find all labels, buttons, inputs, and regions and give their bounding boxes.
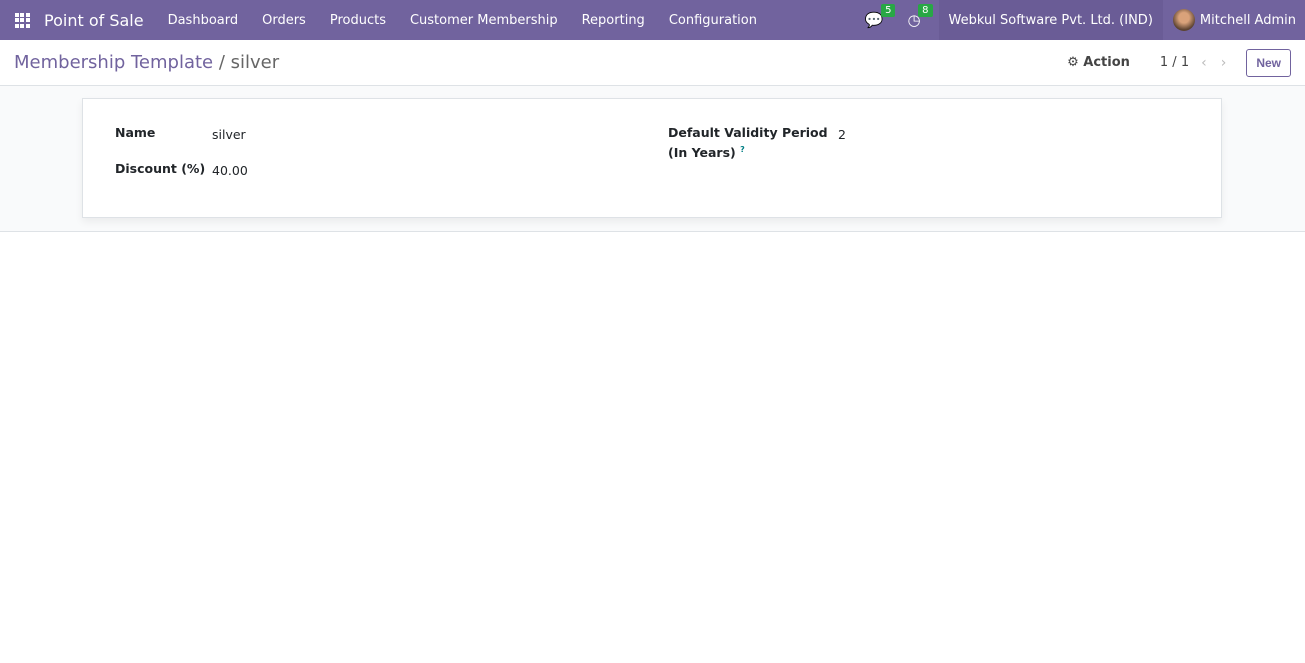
menu-dashboard[interactable]: Dashboard xyxy=(156,13,251,28)
pager-value[interactable]: 1 / 1 xyxy=(1160,55,1189,70)
messages-button[interactable]: 💬 5 xyxy=(853,4,896,29)
menu-customer-membership[interactable]: Customer Membership xyxy=(398,13,570,28)
new-button[interactable]: New xyxy=(1246,48,1291,77)
menu-reporting[interactable]: Reporting xyxy=(570,13,657,28)
help-icon[interactable]: ? xyxy=(740,145,745,154)
activities-button[interactable]: ◷ 8 xyxy=(895,4,933,29)
app-brand[interactable]: Point of Sale xyxy=(44,11,144,30)
breadcrumb-parent[interactable]: Membership Template xyxy=(14,52,213,73)
action-button[interactable]: ⚙ Action xyxy=(1067,55,1130,70)
name-label: Name xyxy=(115,125,156,140)
apps-menu-icon[interactable] xyxy=(0,12,44,28)
form-sheet: Name silver Discount (%) 40.00 Default V… xyxy=(82,98,1222,218)
breadcrumb: Membership Template / silver xyxy=(14,52,280,73)
menu-configuration[interactable]: Configuration xyxy=(657,13,769,28)
validity-label: Default Validity Period xyxy=(668,125,828,140)
chevron-right-icon[interactable]: › xyxy=(1221,55,1227,71)
chevron-left-icon[interactable]: ‹ xyxy=(1201,55,1207,71)
discount-label: Discount (%) xyxy=(115,161,206,176)
company-switcher[interactable]: Webkul Software Pvt. Ltd. (IND) xyxy=(938,0,1163,40)
form-view: Name silver Discount (%) 40.00 Default V… xyxy=(0,86,1305,232)
activities-badge: 8 xyxy=(918,4,933,17)
name-field[interactable]: silver xyxy=(212,127,246,142)
user-menu[interactable]: Mitchell Admin xyxy=(1163,9,1305,31)
top-navbar: Point of Sale Dashboard Orders Products … xyxy=(0,0,1305,40)
user-name: Mitchell Admin xyxy=(1199,12,1296,28)
gear-icon: ⚙ xyxy=(1067,55,1079,70)
menu-orders[interactable]: Orders xyxy=(250,13,318,28)
control-panel: Membership Template / silver ⚙ Action 1 … xyxy=(0,40,1305,86)
discount-field[interactable]: 40.00 xyxy=(212,163,248,178)
action-label: Action xyxy=(1083,55,1130,70)
avatar xyxy=(1172,9,1195,31)
validity-label-suffix: (In Years) xyxy=(668,145,736,161)
menu-products[interactable]: Products xyxy=(318,13,398,28)
validity-field[interactable]: 2 xyxy=(838,127,846,142)
breadcrumb-current: silver xyxy=(230,52,280,73)
messages-badge: 5 xyxy=(881,4,896,17)
